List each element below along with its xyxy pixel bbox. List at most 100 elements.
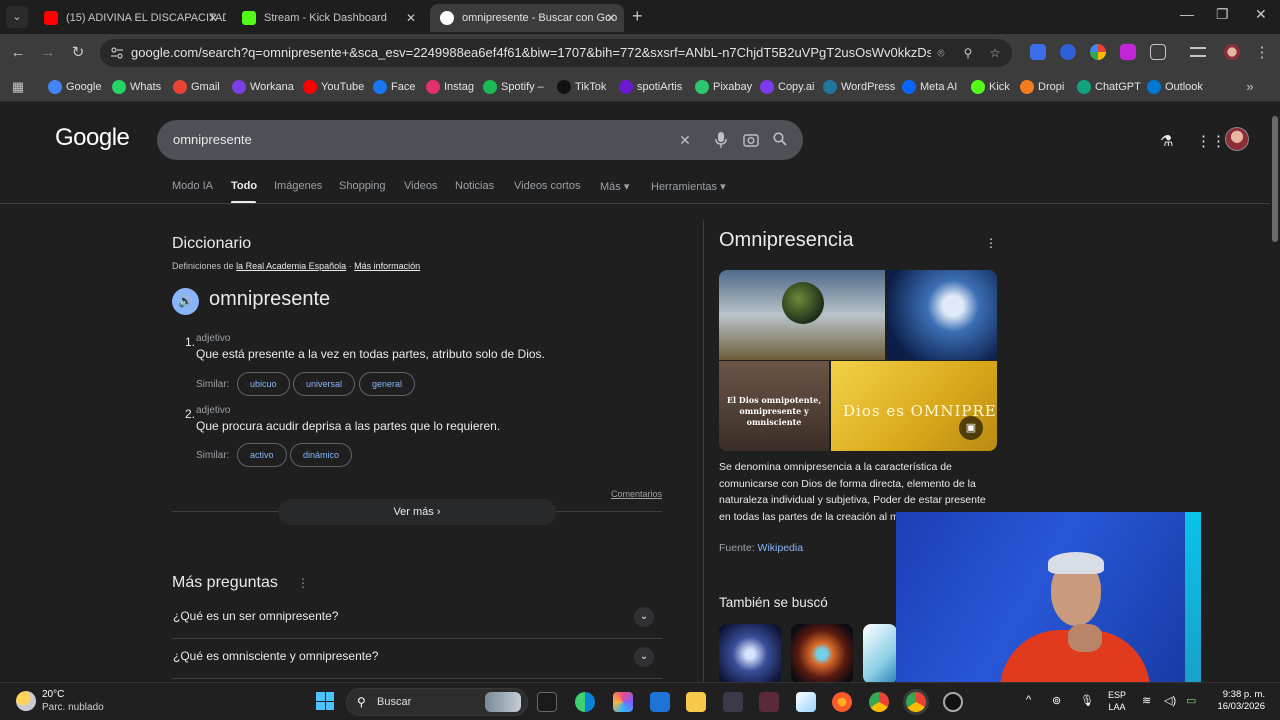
close-tab-icon[interactable]: ✕ xyxy=(606,4,616,32)
voice-search-icon[interactable] xyxy=(713,132,729,148)
more-options-icon[interactable]: ⋮ xyxy=(985,236,997,250)
url-text[interactable]: google.com/search?q=omnipresente+&sca_es… xyxy=(131,39,931,67)
bookmark-workana[interactable]: Workana xyxy=(232,77,294,97)
more-bookmarks-icon[interactable]: » xyxy=(1240,77,1260,97)
close-window-button[interactable]: ✕ xyxy=(1255,6,1267,23)
volume-icon[interactable]: ◁) xyxy=(1164,694,1176,707)
tab-google-search[interactable]: omnipresente - Buscar con Goo ✕ xyxy=(430,4,624,32)
browser-menu-icon[interactable]: ⋮ xyxy=(1252,43,1272,63)
bookmark-meta-ai[interactable]: Meta AI xyxy=(902,77,957,97)
edge-icon[interactable] xyxy=(575,692,595,712)
labs-flask-icon[interactable]: ⚗ xyxy=(1160,132,1173,150)
bookmark-whats[interactable]: Whats xyxy=(112,77,161,97)
close-tab-icon[interactable]: ✕ xyxy=(406,4,416,32)
tab-videos-cortos[interactable]: Videos cortos xyxy=(514,180,580,192)
tab-herramientas[interactable]: Herramientas ▾ xyxy=(651,180,726,193)
bookmark-face[interactable]: Face xyxy=(373,77,415,97)
bookmark-star-icon[interactable]: ☆ xyxy=(987,45,1003,61)
pronunciation-speaker-icon[interactable]: 🔊 xyxy=(172,288,199,315)
extensions-puzzle-icon[interactable] xyxy=(1150,44,1166,60)
bookmark-kick[interactable]: Kick xyxy=(971,77,1010,97)
wikipedia-link[interactable]: Wikipedia xyxy=(758,542,804,554)
lens-search-icon[interactable] xyxy=(743,132,759,148)
image-gallery-icon[interactable]: ▣ xyxy=(959,416,983,440)
bookmark-tiktok[interactable]: TikTok xyxy=(557,77,606,97)
bookmark-outlook[interactable]: Outlook xyxy=(1147,77,1203,97)
rae-link[interactable]: la Real Academia Española xyxy=(236,261,346,271)
related-thumbnail[interactable] xyxy=(719,624,781,682)
close-tab-icon[interactable]: ✕ xyxy=(208,4,218,32)
system-clock[interactable]: 9:38 p. m. 16/03/2026 xyxy=(1210,689,1265,713)
language-indicator[interactable]: ESP LAA xyxy=(1108,689,1126,713)
tab-search-icon[interactable] xyxy=(1190,47,1206,57)
file-explorer-icon[interactable] xyxy=(686,692,706,712)
new-tab-button[interactable]: + xyxy=(632,6,643,27)
battery-icon[interactable]: ▭ xyxy=(1186,694,1196,707)
address-bar[interactable]: google.com/search?q=omnipresente+&sca_es… xyxy=(100,39,1012,67)
microphone-icon[interactable]: 🎙 xyxy=(1080,694,1094,707)
chevron-down-icon[interactable]: ⌄ xyxy=(634,647,654,667)
bookmark-spotiartis[interactable]: spotiArtis xyxy=(619,77,682,97)
wifi-icon[interactable]: ≋ xyxy=(1142,694,1151,707)
comments-link[interactable]: Comentarios xyxy=(611,489,662,499)
tab-mas[interactable]: Más ▾ xyxy=(600,180,629,193)
bookmark-dropi[interactable]: Dropi xyxy=(1020,77,1064,97)
firefox-icon[interactable] xyxy=(832,692,852,712)
tray-app-icon[interactable]: ⊚ xyxy=(1052,694,1061,707)
question-item[interactable]: ¿Qué es omnisciente y omnipresente? ⌄ xyxy=(172,639,662,679)
extension-tag-icon[interactable] xyxy=(1030,44,1046,60)
question-item[interactable]: ¿Qué es un ser omnipresente? ⌄ xyxy=(172,599,662,639)
tab-videos[interactable]: Videos xyxy=(404,180,437,192)
bookmark-gmail[interactable]: Gmail xyxy=(173,77,220,97)
tab-todo[interactable]: Todo xyxy=(231,180,257,192)
see-more-button[interactable]: Ver más › xyxy=(278,499,556,525)
windows-start-icon[interactable] xyxy=(316,692,334,710)
related-thumbnail[interactable] xyxy=(791,624,853,682)
image-earth-hands[interactable] xyxy=(719,270,885,360)
related-thumbnail[interactable] xyxy=(863,624,897,682)
tab-imagenes[interactable]: Imágenes xyxy=(274,180,322,192)
weather-description[interactable]: Parc. nublado xyxy=(42,702,104,713)
store-icon[interactable] xyxy=(650,692,670,712)
tab-kick-dashboard[interactable]: Stream - Kick Dashboard ✕ xyxy=(232,4,424,32)
weather-partly-cloudy-icon[interactable] xyxy=(16,691,36,711)
clear-search-icon[interactable]: ✕ xyxy=(677,132,693,148)
extension-download-icon[interactable] xyxy=(1120,44,1136,60)
bookmark-spotify[interactable]: Spotify – xyxy=(483,77,544,97)
image-dios-omnipotente[interactable]: El Dios omnipotente, omnipresente y omni… xyxy=(719,361,829,451)
search-input[interactable]: omnipresente xyxy=(173,120,252,160)
bookmark-pixabay[interactable]: Pixabay xyxy=(695,77,752,97)
more-options-icon[interactable]: ⋮ xyxy=(297,576,309,590)
tab-noticias[interactable]: Noticias xyxy=(455,180,494,192)
bookmark-chatgpt[interactable]: ChatGPT xyxy=(1077,77,1141,97)
similar-chip[interactable]: general xyxy=(359,372,416,396)
tab-shopping[interactable]: Shopping xyxy=(339,180,386,192)
more-info-link[interactable]: Más información xyxy=(354,261,420,271)
taskbar-search[interactable]: ⚲ Buscar xyxy=(346,688,528,716)
scrollbar-thumb[interactable] xyxy=(1272,116,1278,242)
similar-chip[interactable]: universal xyxy=(293,372,356,396)
extension-color-icon[interactable] xyxy=(1090,44,1106,60)
similar-chip[interactable]: dinámico xyxy=(290,443,353,467)
tab-search-menu-button[interactable]: ⌄ xyxy=(6,6,28,28)
search-icon[interactable] xyxy=(772,132,788,148)
image-jesus-earth[interactable] xyxy=(887,270,997,360)
profile-avatar-icon[interactable] xyxy=(1224,44,1240,60)
app-editor-icon[interactable] xyxy=(759,692,779,712)
similar-chip[interactable]: ubicuo xyxy=(237,372,290,396)
weather-temperature[interactable]: 20°C xyxy=(42,689,64,700)
image-dios-es-omnipresente[interactable]: Dios es OMNIPRESEN ▣ xyxy=(831,361,997,451)
copilot-icon[interactable] xyxy=(613,692,633,712)
tab-modo-ia[interactable]: Modo IA xyxy=(172,180,213,192)
account-avatar[interactable] xyxy=(1225,127,1249,151)
minimize-button[interactable]: — xyxy=(1180,6,1194,22)
bookmark-youtube[interactable]: YouTube xyxy=(303,77,364,97)
snipping-tool-icon[interactable] xyxy=(796,692,816,712)
chrome-icon[interactable] xyxy=(869,692,889,712)
similar-chip[interactable]: activo xyxy=(237,443,287,467)
bookmark-wordpress[interactable]: WordPress xyxy=(823,77,895,97)
reload-button[interactable]: ↻ xyxy=(68,43,88,63)
google-logo[interactable]: Google xyxy=(55,124,130,152)
location-icon[interactable]: ⌾ xyxy=(933,45,949,61)
bookmark-copy-ai[interactable]: Copy.ai xyxy=(760,77,814,97)
